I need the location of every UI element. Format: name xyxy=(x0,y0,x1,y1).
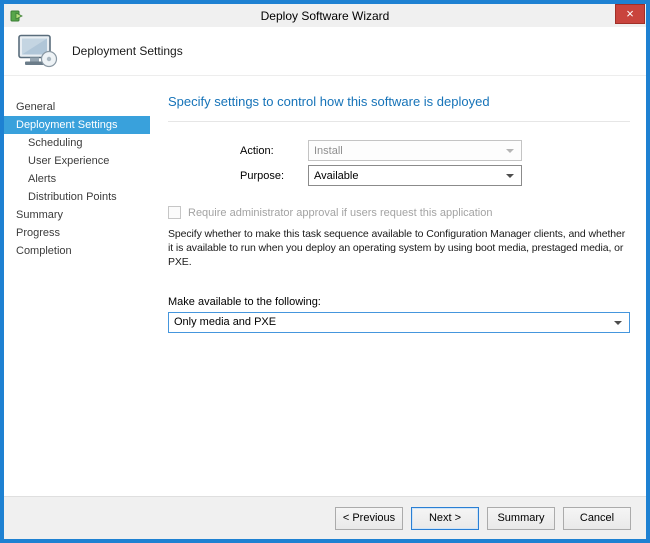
summary-button[interactable]: Summary xyxy=(487,507,555,530)
approval-checkbox xyxy=(168,206,181,219)
window-title: Deploy Software Wizard xyxy=(261,9,390,23)
chevron-down-icon xyxy=(614,321,622,325)
cancel-button[interactable]: Cancel xyxy=(563,507,631,530)
wizard-app-icon xyxy=(10,9,24,23)
wizard-content: Specify settings to control how this sof… xyxy=(150,76,646,496)
sidebar-item-user-experience[interactable]: User Experience xyxy=(4,152,150,170)
purpose-select[interactable]: Available xyxy=(308,165,522,186)
sidebar-item-summary[interactable]: Summary xyxy=(4,206,150,224)
purpose-row: Purpose: Available xyxy=(240,165,630,186)
make-available-select[interactable]: Only media and PXE xyxy=(168,312,630,333)
close-icon: × xyxy=(626,6,634,22)
wizard-steps-sidebar: General Deployment Settings Scheduling U… xyxy=(4,76,150,496)
wizard-body: General Deployment Settings Scheduling U… xyxy=(4,76,646,496)
page-title: Deployment Settings xyxy=(72,44,183,58)
purpose-label: Purpose: xyxy=(240,170,308,182)
close-button[interactable]: × xyxy=(615,4,645,24)
sidebar-item-scheduling[interactable]: Scheduling xyxy=(4,134,150,152)
chevron-down-icon xyxy=(506,149,514,153)
deploy-software-wizard-window: Deploy Software Wizard × Deployment Sett… xyxy=(0,0,650,543)
action-value: Install xyxy=(314,145,343,157)
action-row: Action: Install xyxy=(240,140,630,161)
sidebar-item-deployment-settings[interactable]: Deployment Settings xyxy=(4,116,150,134)
sidebar-item-general[interactable]: General xyxy=(4,98,150,116)
sidebar-item-alerts[interactable]: Alerts xyxy=(4,170,150,188)
sidebar-item-progress[interactable]: Progress xyxy=(4,224,150,242)
chevron-down-icon xyxy=(506,174,514,178)
task-sequence-description: Specify whether to make this task sequen… xyxy=(168,227,630,270)
heading-divider xyxy=(168,121,630,122)
next-button[interactable]: Next > xyxy=(411,507,479,530)
approval-checkbox-label: Require administrator approval if users … xyxy=(188,207,493,219)
previous-button[interactable]: < Previous xyxy=(335,507,403,530)
computer-icon xyxy=(16,34,58,68)
make-available-label: Make available to the following: xyxy=(168,296,630,308)
sidebar-item-distribution-points[interactable]: Distribution Points xyxy=(4,188,150,206)
purpose-value: Available xyxy=(314,170,358,182)
button-bar: < Previous Next > Summary Cancel xyxy=(4,496,646,539)
make-available-value: Only media and PXE xyxy=(174,316,276,328)
approval-row: Require administrator approval if users … xyxy=(168,206,630,219)
title-bar: Deploy Software Wizard × xyxy=(4,4,646,27)
content-heading: Specify settings to control how this sof… xyxy=(168,94,630,109)
sidebar-item-completion[interactable]: Completion xyxy=(4,242,150,260)
action-label: Action: xyxy=(240,145,308,157)
action-select: Install xyxy=(308,140,522,161)
wizard-header: Deployment Settings xyxy=(4,27,646,76)
